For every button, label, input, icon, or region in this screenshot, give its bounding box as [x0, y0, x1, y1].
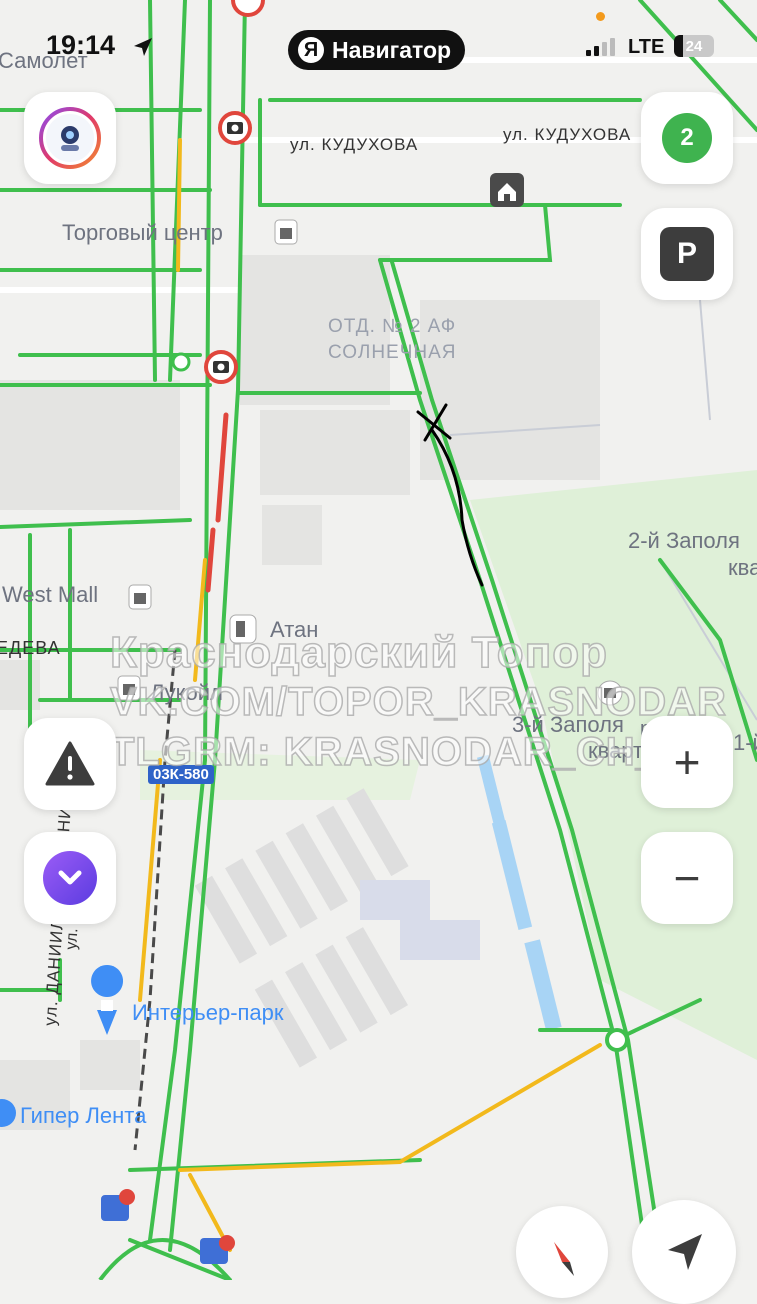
label-first: 1-й: [733, 730, 757, 755]
yandex-logo: Я: [298, 37, 324, 63]
battery-level: 24: [685, 37, 703, 55]
label-trade-center: Торговый центр: [62, 220, 223, 245]
parking-icon: P: [660, 227, 714, 281]
speed-camera-icon: [218, 111, 252, 145]
roundabout: [605, 1028, 629, 1052]
my-location-button[interactable]: [632, 1200, 736, 1304]
signal-icon: [586, 36, 615, 56]
privacy-indicator: [596, 12, 605, 21]
watermark-line: VK.COM/TOPOR_KRASNODAR: [109, 679, 727, 725]
clock: 19:14: [46, 30, 116, 60]
alice-icon: [43, 851, 97, 905]
zoom-in-button[interactable]: +: [641, 716, 733, 808]
label-street-kudukhova: ул. КУДУХОВА: [290, 135, 419, 154]
status-bar: 19:14 Я Навигатор LTE 24: [0, 12, 757, 72]
network-type: LTE: [628, 36, 665, 58]
roundabout: [171, 352, 191, 372]
home-icon: [490, 173, 524, 207]
app-return-pill[interactable]: Я Навигатор: [288, 30, 466, 70]
alice-assistant-button[interactable]: [24, 832, 116, 924]
notifications-button[interactable]: 2: [641, 92, 733, 184]
shopping-bag-icon: [274, 219, 298, 245]
label-zapolyarny-2: 2-й Заполя: [628, 528, 740, 553]
watermark-line: TLGRM: KRASNODAR_CH_23: [109, 729, 706, 775]
label-interior-park: Интерьер-парк: [132, 1000, 284, 1025]
speed-camera-icon: [231, 0, 265, 17]
report-incident-button[interactable]: [24, 718, 116, 810]
warning-icon: [45, 741, 95, 786]
avatar-icon: [39, 107, 101, 169]
label-otd: СОЛНЕЧНАЯ: [328, 342, 457, 363]
navigation-arrow-icon: [668, 1234, 702, 1270]
label-street-kudukhova: ул. КУДУХОВА: [503, 125, 632, 144]
location-arrow-icon: [134, 38, 152, 56]
app-name: Навигатор: [332, 36, 452, 63]
label-street-ul: ул.: [62, 927, 82, 951]
label-zapolyarny-2: ква: [728, 555, 757, 580]
battery-icon: 24: [674, 35, 714, 57]
notifications-count: 2: [680, 124, 694, 151]
compass-button[interactable]: [516, 1206, 608, 1298]
label-otd: ОТД. № 2 АФ: [328, 316, 457, 337]
compass-icon: [554, 1242, 574, 1276]
plus-icon: +: [673, 736, 701, 788]
label-west-mall: West Mall: [2, 582, 99, 607]
shopping-bag-icon: [128, 584, 152, 610]
minus-icon: −: [673, 852, 701, 904]
parking-button[interactable]: P: [641, 208, 733, 300]
profile-button[interactable]: [24, 92, 116, 184]
zoom-out-button[interactable]: −: [641, 832, 733, 924]
label-street-edeva: ЕДЕВА: [0, 638, 61, 658]
label-giper-lenta: Гипер Лента: [20, 1103, 147, 1128]
notifications-badge: 2: [662, 113, 712, 163]
watermark-line: Краснодарский Топор: [109, 627, 608, 678]
speed-camera-icon: [204, 350, 238, 384]
